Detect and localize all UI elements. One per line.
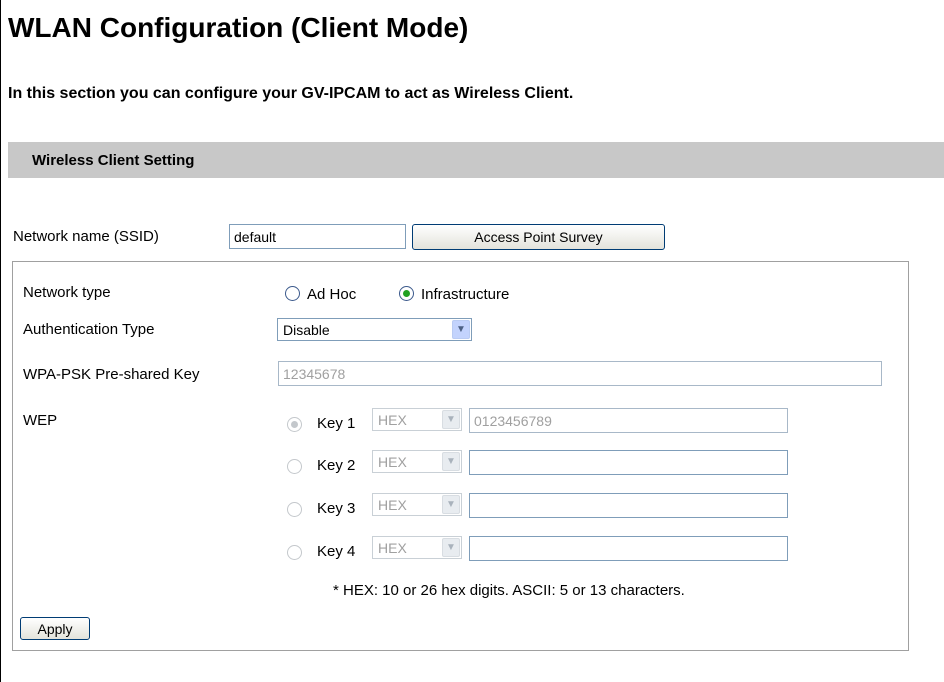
key1-format-value: HEX <box>378 412 407 428</box>
section-title: Wireless Client Setting <box>32 152 195 169</box>
chevron-down-icon[interactable]: ▼ <box>452 320 470 339</box>
chevron-down-icon[interactable]: ▼ <box>442 452 460 471</box>
wep-label: WEP <box>23 412 58 429</box>
wep-hint: * HEX: 10 or 26 hex digits. ASCII: 5 or … <box>333 582 685 599</box>
wpa-key-label: WPA-PSK Pre-shared Key <box>23 366 200 383</box>
key4-input[interactable] <box>469 536 788 561</box>
ssid-input[interactable] <box>229 224 406 249</box>
chevron-down-icon[interactable]: ▼ <box>442 538 460 557</box>
access-point-survey-button[interactable]: Access Point Survey <box>412 224 665 250</box>
adhoc-radio[interactable] <box>285 286 300 301</box>
key2-format-select[interactable]: HEX ▼ <box>372 450 462 473</box>
network-type-label: Network type <box>23 284 111 301</box>
key4-format-value: HEX <box>378 540 407 556</box>
key3-input[interactable] <box>469 493 788 518</box>
key2-radio[interactable] <box>287 459 302 474</box>
page-title: WLAN Configuration (Client Mode) <box>8 12 469 43</box>
key1-input[interactable] <box>469 408 788 433</box>
auth-type-label: Authentication Type <box>23 321 155 338</box>
auth-type-select[interactable]: Disable ▼ <box>277 318 472 341</box>
key3-format-value: HEX <box>378 497 407 513</box>
ssid-row: Network name (SSID) Access Point Survey <box>13 224 713 250</box>
ssid-label: Network name (SSID) <box>13 228 159 245</box>
key2-input[interactable] <box>469 450 788 475</box>
infrastructure-radio[interactable] <box>399 286 414 301</box>
key4-radio[interactable] <box>287 545 302 560</box>
key2-label: Key 2 <box>317 457 356 474</box>
key3-format-select[interactable]: HEX ▼ <box>372 493 462 516</box>
key4-format-select[interactable]: HEX ▼ <box>372 536 462 559</box>
key2-format-value: HEX <box>378 454 407 470</box>
auth-type-value: Disable <box>283 322 330 338</box>
key3-label: Key 3 <box>317 500 356 517</box>
key1-radio[interactable] <box>287 417 302 432</box>
infrastructure-label: Infrastructure <box>421 286 510 303</box>
page-left-border <box>0 0 1 682</box>
apply-button[interactable]: Apply <box>20 617 90 640</box>
chevron-down-icon[interactable]: ▼ <box>442 495 460 514</box>
key1-label: Key 1 <box>317 415 356 432</box>
chevron-down-icon[interactable]: ▼ <box>442 410 460 429</box>
wireless-settings-panel: Network type Ad Hoc Infrastructure Authe… <box>12 261 909 651</box>
adhoc-label: Ad Hoc <box>307 286 357 303</box>
key1-format-select[interactable]: HEX ▼ <box>372 408 462 431</box>
key3-radio[interactable] <box>287 502 302 517</box>
page-intro: In this section you can configure your G… <box>8 85 574 102</box>
key4-label: Key 4 <box>317 543 356 560</box>
section-header: Wireless Client Setting <box>8 142 944 178</box>
wpa-key-input[interactable] <box>278 361 882 386</box>
